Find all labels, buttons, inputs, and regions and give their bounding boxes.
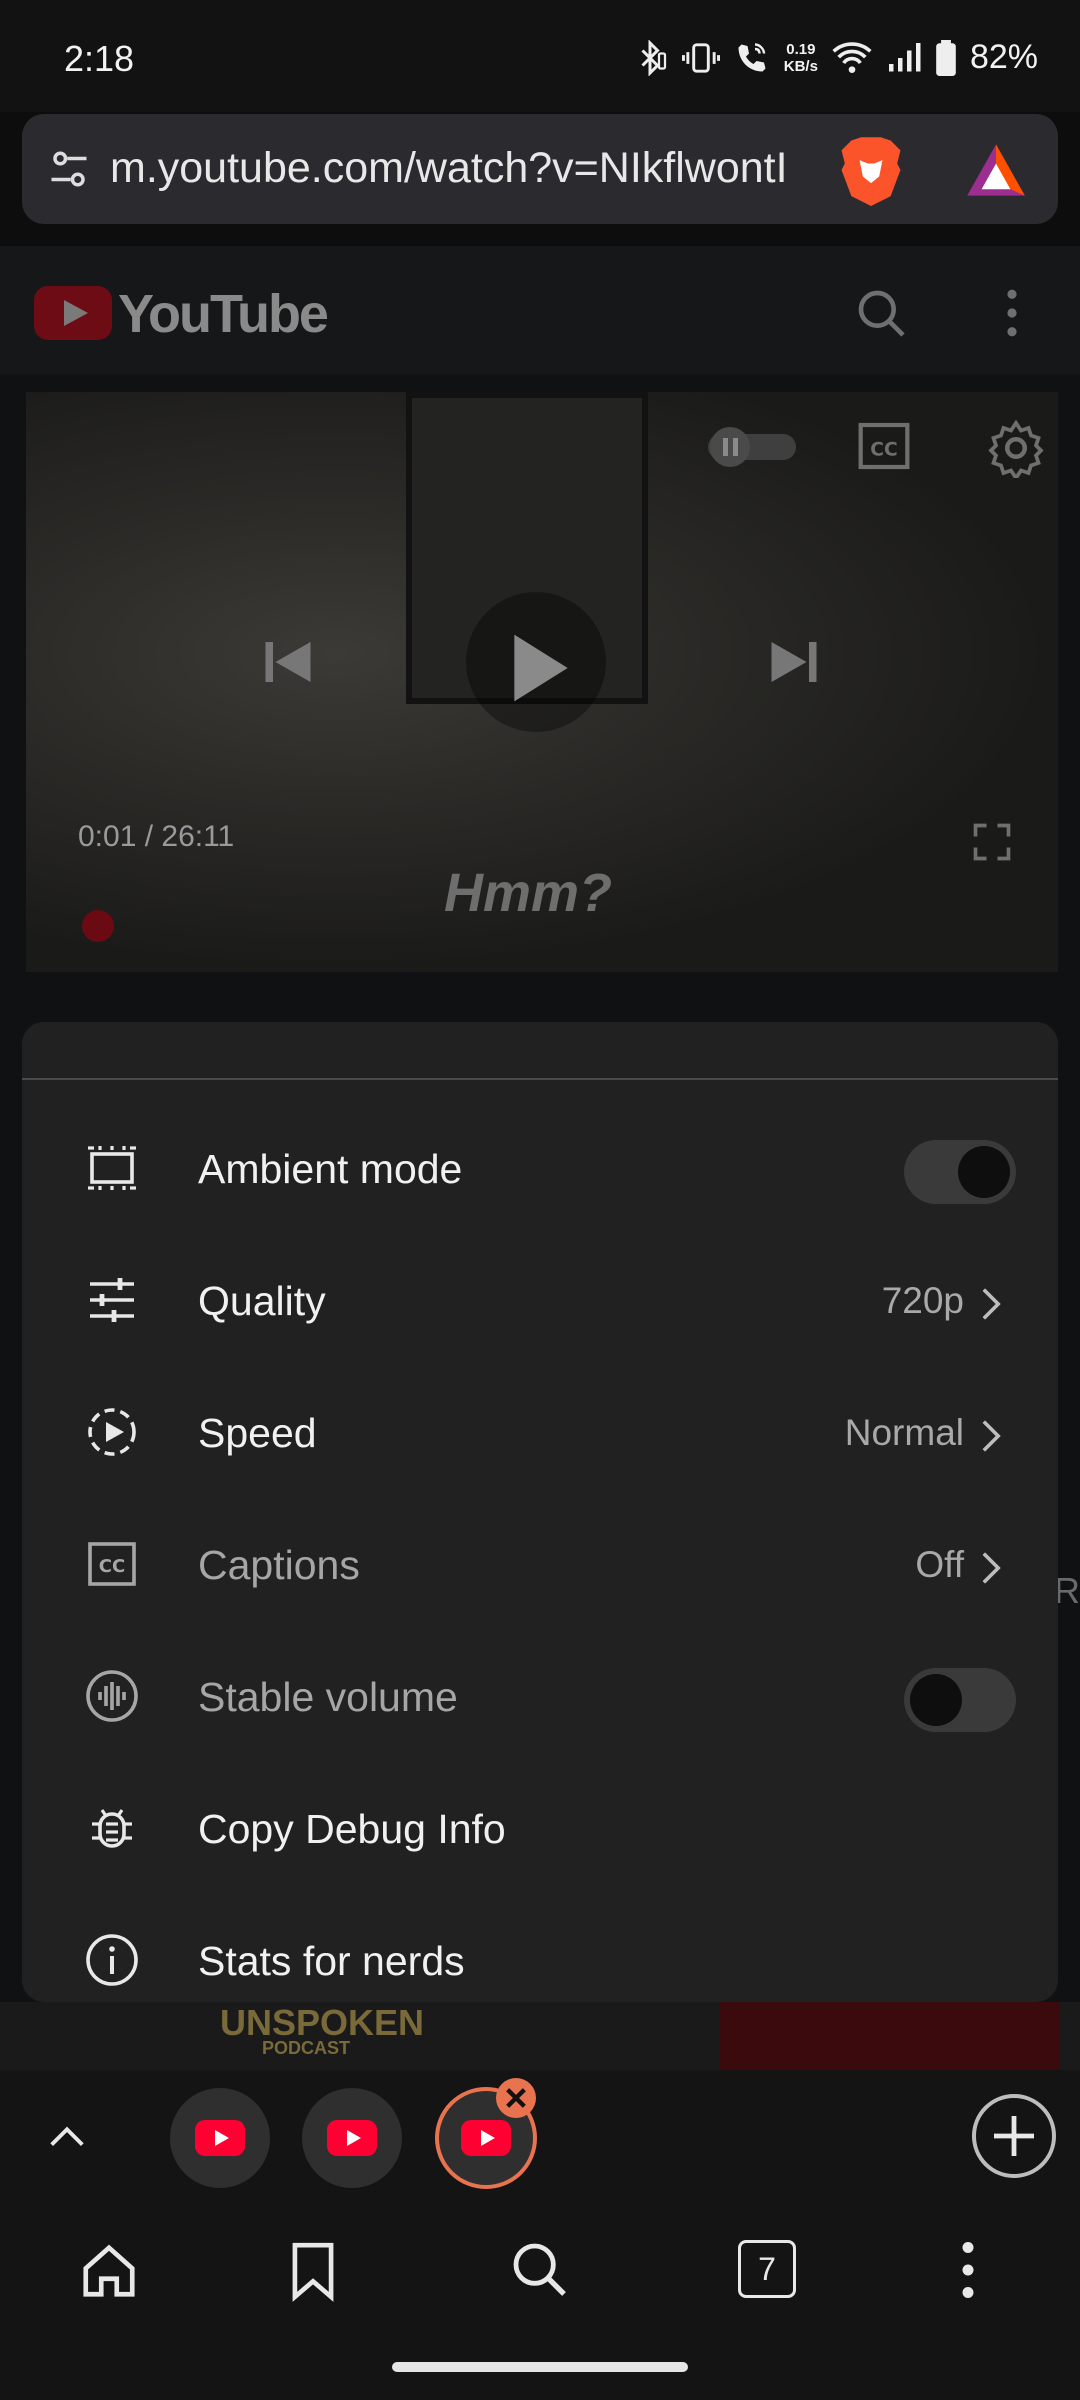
more-options-icon[interactable] xyxy=(1000,288,1024,338)
battery-icon xyxy=(936,39,956,76)
settings-sheet: Ambient mode Quality 720p Speed Normal C… xyxy=(22,1022,1058,2002)
quality-sliders-icon xyxy=(90,1278,134,1322)
menu-item-speed[interactable]: Speed Normal xyxy=(22,1366,1058,1498)
menu-item-stats-for-nerds[interactable]: Stats for nerds xyxy=(22,1894,1058,2002)
fullscreen-icon[interactable] xyxy=(970,820,1014,864)
youtube-favicon-icon xyxy=(327,2120,377,2156)
network-speed-unit: KB/s xyxy=(783,57,818,75)
menu-item-label: Stable volume xyxy=(198,1674,458,1720)
bookmark-icon[interactable] xyxy=(286,2240,340,2302)
close-icon xyxy=(506,2088,526,2108)
captions-icon: CC xyxy=(88,1542,136,1586)
menu-item-ambient-mode[interactable]: Ambient mode xyxy=(22,1102,1058,1234)
chevron-right-icon xyxy=(982,1552,1001,1584)
chevron-right-icon xyxy=(982,1420,1001,1452)
tab-strip xyxy=(0,2070,1080,2206)
call-wifi-icon xyxy=(738,42,766,71)
vibrate-icon xyxy=(681,42,720,73)
speed-icon xyxy=(88,1408,136,1456)
svg-text:CC: CC xyxy=(99,1556,125,1577)
chevron-up-icon[interactable] xyxy=(44,2114,90,2160)
menu-item-label: Copy Debug Info xyxy=(198,1806,506,1852)
progress-scrubber[interactable] xyxy=(82,910,114,942)
status-time: 2:18 xyxy=(64,38,135,79)
thumbnail-red-block xyxy=(720,2002,1060,2070)
ambient-mode-toggle[interactable] xyxy=(904,1140,1016,1204)
battery-percent: 82% xyxy=(969,38,1038,76)
previous-icon[interactable] xyxy=(258,632,318,692)
status-icons: 0.19 KB/s 82% xyxy=(632,38,1038,77)
search-icon[interactable] xyxy=(508,2238,572,2302)
menu-item-captions[interactable]: CC Captions Off xyxy=(22,1498,1058,1630)
search-icon[interactable] xyxy=(854,286,910,342)
next-icon[interactable] xyxy=(764,632,824,692)
menu-item-label: Speed xyxy=(198,1410,317,1456)
gesture-home-bar[interactable] xyxy=(392,2362,688,2372)
signal-icon xyxy=(888,42,921,71)
menu-item-label: Ambient mode xyxy=(198,1146,463,1192)
captions-button-icon[interactable]: CC xyxy=(856,420,912,472)
brave-rewards-icon[interactable] xyxy=(964,140,1028,200)
sheet-divider xyxy=(22,1078,1058,1080)
menu-item-copy-debug-info[interactable]: Copy Debug Info xyxy=(22,1762,1058,1894)
ambient-mode-icon xyxy=(88,1146,136,1190)
captions-value: Off xyxy=(915,1544,964,1585)
video-timecode: 0:01 / 26:11 xyxy=(78,820,235,853)
autoplay-toggle-icon[interactable] xyxy=(702,422,802,472)
speed-value: Normal xyxy=(844,1412,964,1453)
play-icon[interactable] xyxy=(506,628,576,708)
close-tab-button[interactable] xyxy=(496,2078,536,2118)
home-icon[interactable] xyxy=(78,2240,140,2302)
menu-dots-icon[interactable] xyxy=(956,2240,980,2300)
menu-item-label: Captions xyxy=(198,1542,360,1588)
stable-volume-toggle[interactable] xyxy=(904,1668,1016,1732)
site-settings-icon[interactable] xyxy=(48,148,90,190)
network-speed: 0.19 KB/s xyxy=(784,41,818,75)
tab-switcher-button[interactable]: 7 xyxy=(738,2240,796,2298)
new-tab-icon[interactable] xyxy=(970,2092,1058,2180)
url-text[interactable]: m.youtube.com/watch?v=NIkflwontI xyxy=(110,144,836,193)
info-icon xyxy=(86,1934,138,1986)
thumbnail-text-podcast: PODCAST xyxy=(262,2038,351,2058)
tab-youtube-1[interactable] xyxy=(170,2088,270,2188)
youtube-logo-icon xyxy=(34,286,112,340)
network-speed-value: 0.19 xyxy=(786,40,816,58)
video-subtitle: Hmm? xyxy=(444,863,613,923)
menu-item-label: Stats for nerds xyxy=(198,1938,465,1984)
tab-youtube-2[interactable] xyxy=(302,2088,402,2188)
menu-item-label: Quality xyxy=(198,1278,326,1324)
menu-item-stable-volume[interactable]: Stable volume xyxy=(22,1630,1058,1762)
stable-volume-icon xyxy=(86,1670,138,1722)
wifi-icon xyxy=(832,41,872,73)
quality-value: 720p xyxy=(881,1280,964,1321)
youtube-favicon-icon xyxy=(461,2120,511,2156)
bug-icon xyxy=(92,1809,132,1848)
address-bar[interactable]: m.youtube.com/watch?v=NIkflwontI xyxy=(22,114,1058,224)
chevron-right-icon xyxy=(982,1288,1001,1320)
status-bar: 2:18 0.19 KB/s 82% xyxy=(0,0,1080,112)
menu-item-quality[interactable]: Quality 720p xyxy=(22,1234,1058,1366)
gear-icon[interactable] xyxy=(986,418,1046,478)
youtube-favicon-icon xyxy=(195,2120,245,2156)
bluetooth-icon xyxy=(641,39,666,76)
brave-shields-icon[interactable] xyxy=(838,134,904,206)
youtube-logo-text: YouTube xyxy=(118,284,329,344)
video-player[interactable]: CC 0:01 / 26:11 Hmm? xyxy=(26,392,1058,972)
svg-text:CC: CC xyxy=(870,439,897,460)
